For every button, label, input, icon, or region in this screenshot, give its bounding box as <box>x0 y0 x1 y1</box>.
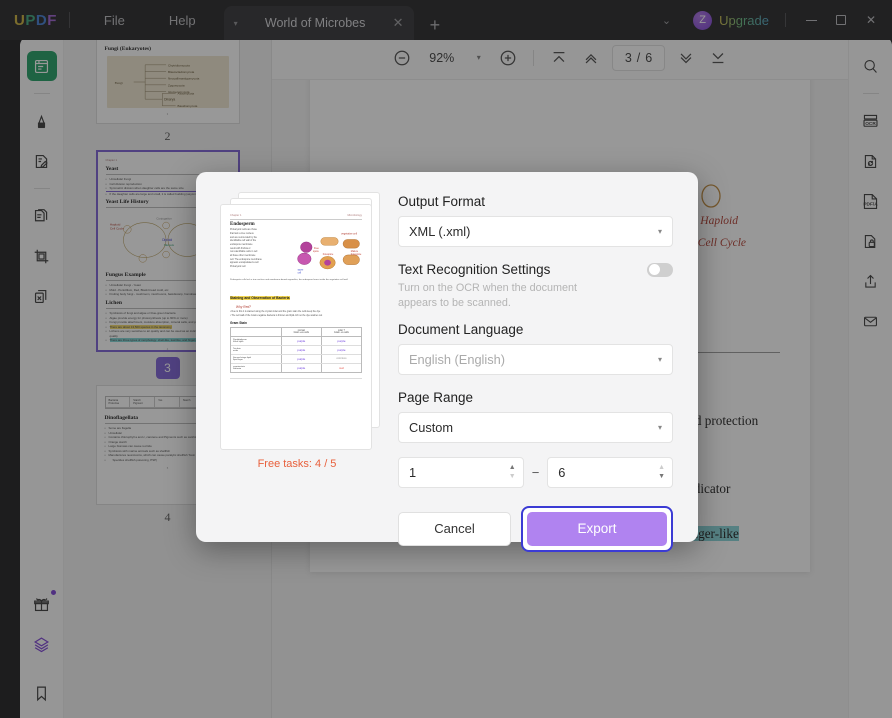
preview-text-col: Prokaryotic cells are thosethat lack a t… <box>230 229 282 277</box>
chevron-down-icon: ▾ <box>658 423 662 432</box>
dialog-preview-pane: Chapter 1 Microbiology Endosperm Prokary… <box>196 172 394 542</box>
page-range-to-input[interactable]: 6 ▲▼ <box>547 457 673 488</box>
dialog-actions: Cancel Export <box>398 506 673 552</box>
export-button[interactable]: Export <box>527 512 667 546</box>
svg-text:Mature: Mature <box>350 250 358 253</box>
table-cell: purple <box>282 355 322 363</box>
stepper-up-icon[interactable]: ▲ <box>509 465 516 471</box>
document-language-value: English (English) <box>409 352 658 367</box>
preview-stack: Chapter 1 Microbiology Endosperm Prokary… <box>212 192 382 450</box>
dialog-form-pane: Output Format XML (.xml) ▾ Text Recognit… <box>394 172 699 542</box>
preview-body: Prokaryotic cells are thosethat lack a t… <box>230 229 362 277</box>
table-cell: counterstainSafranin <box>231 364 282 372</box>
preview-handwriting: Why Red? <box>236 305 362 309</box>
page-range-to-value: 6 <box>558 465 658 480</box>
table-row: Peptidoglycan/thick layer purple purple <box>231 337 361 346</box>
svg-text:spore: spore <box>313 251 319 253</box>
stepper-down-icon[interactable]: ▼ <box>509 474 516 480</box>
preview-table-title: Gram Stain <box>230 321 362 325</box>
preview-illustration: vegetative cell Free spore Forespore spo… <box>285 229 362 277</box>
stepper-up-icon[interactable]: ▲ <box>658 465 665 471</box>
preview-table: normalGram +ve cells color ?Gram -ve cel… <box>230 327 362 373</box>
preview-header-left: Chapter 1 <box>230 214 241 217</box>
table-cell <box>231 328 282 336</box>
table-cell: color ?Gram -ve cells <box>322 328 361 336</box>
free-tasks-label: Free tasks: 4 / 5 <box>258 458 337 470</box>
from-stepper[interactable]: ▲▼ <box>509 465 516 480</box>
chevron-down-icon: ▾ <box>658 355 662 364</box>
preview-paragraph-2: Prokaryotic cells lack a true nucleus an… <box>230 279 362 283</box>
svg-text:Forespore: Forespore <box>322 254 333 256</box>
document-language-label: Document Language <box>398 322 673 337</box>
cancel-button[interactable]: Cancel <box>398 512 511 546</box>
app-window: U P D F File Help ▾ World of Microbes ✕ … <box>0 0 892 718</box>
table-cell: purple <box>322 346 361 354</box>
page-range-value: Custom <box>409 420 658 435</box>
preview-header: Chapter 1 Microbiology <box>230 214 362 217</box>
table-row: counterstainSafranin purple red <box>231 364 361 372</box>
table-cell: purple <box>282 346 322 354</box>
svg-text:Forespore: Forespore <box>350 254 361 256</box>
text-recognition-hint: Turn on the OCR when the document appear… <box>398 281 608 311</box>
output-format-select[interactable]: XML (.xml) ▾ <box>398 216 673 247</box>
svg-text:cell: cell <box>297 273 301 275</box>
output-format-label: Output Format <box>398 194 673 209</box>
table-cell: purple <box>282 364 322 372</box>
table-cell: Second stage lipid/lipid layer <box>231 355 282 363</box>
preview-paragraph-3: • Due to this it is stained using the cr… <box>230 311 362 318</box>
table-cell: red <box>322 364 361 372</box>
text-recognition-row: Text Recognition Settings <box>398 262 673 277</box>
svg-text:vegetative cell: vegetative cell <box>341 233 357 236</box>
document-language-select[interactable]: English (English) ▾ <box>398 344 673 375</box>
preview-title: Endosperm <box>230 222 362 227</box>
table-cell: normalGram +ve cells <box>282 328 322 336</box>
table-row: Second stage lipid/lipid layer purple co… <box>231 355 361 364</box>
preview-header-right: Microbiology <box>347 214 362 217</box>
table-cell: Peptidoglycan/thick layer <box>231 337 282 345</box>
toggle-knob <box>649 264 660 275</box>
table-row: Teichoicacids purple purple <box>231 346 361 355</box>
export-button-focus-ring: Export <box>521 506 673 552</box>
output-format-value: XML (.xml) <box>409 224 658 239</box>
preview-paragraph: Prokaryotic cells are thosethat lack a t… <box>230 229 282 269</box>
chevron-down-icon: ▾ <box>658 227 662 236</box>
svg-text:spore: spore <box>297 270 303 272</box>
text-recognition-toggle[interactable] <box>647 263 673 277</box>
preview-highlight-title: Staining and Observation of Bacteria <box>230 286 362 304</box>
page-range-select[interactable]: Custom ▾ <box>398 412 673 443</box>
to-stepper[interactable]: ▲▼ <box>658 465 665 480</box>
preview-sheet-front: Chapter 1 Microbiology Endosperm Prokary… <box>220 204 372 450</box>
svg-text:Free: Free <box>314 249 319 251</box>
text-recognition-label: Text Recognition Settings <box>398 262 550 277</box>
table-row: normalGram +ve cells color ?Gram -ve cel… <box>231 328 361 337</box>
page-range-inputs: 1 ▲▼ − 6 ▲▼ <box>398 457 673 488</box>
page-range-label: Page Range <box>398 390 673 405</box>
table-cell: colorless <box>322 355 361 363</box>
export-dialog: Chapter 1 Microbiology Endosperm Prokary… <box>196 172 698 542</box>
page-range-from-value: 1 <box>409 465 509 480</box>
page-range-dash: − <box>532 465 540 480</box>
stepper-down-icon[interactable]: ▼ <box>658 474 665 480</box>
table-cell: purple <box>282 337 322 345</box>
table-cell: purple <box>322 337 361 345</box>
page-range-from-input[interactable]: 1 ▲▼ <box>398 457 524 488</box>
table-cell: Teichoicacids <box>231 346 282 354</box>
